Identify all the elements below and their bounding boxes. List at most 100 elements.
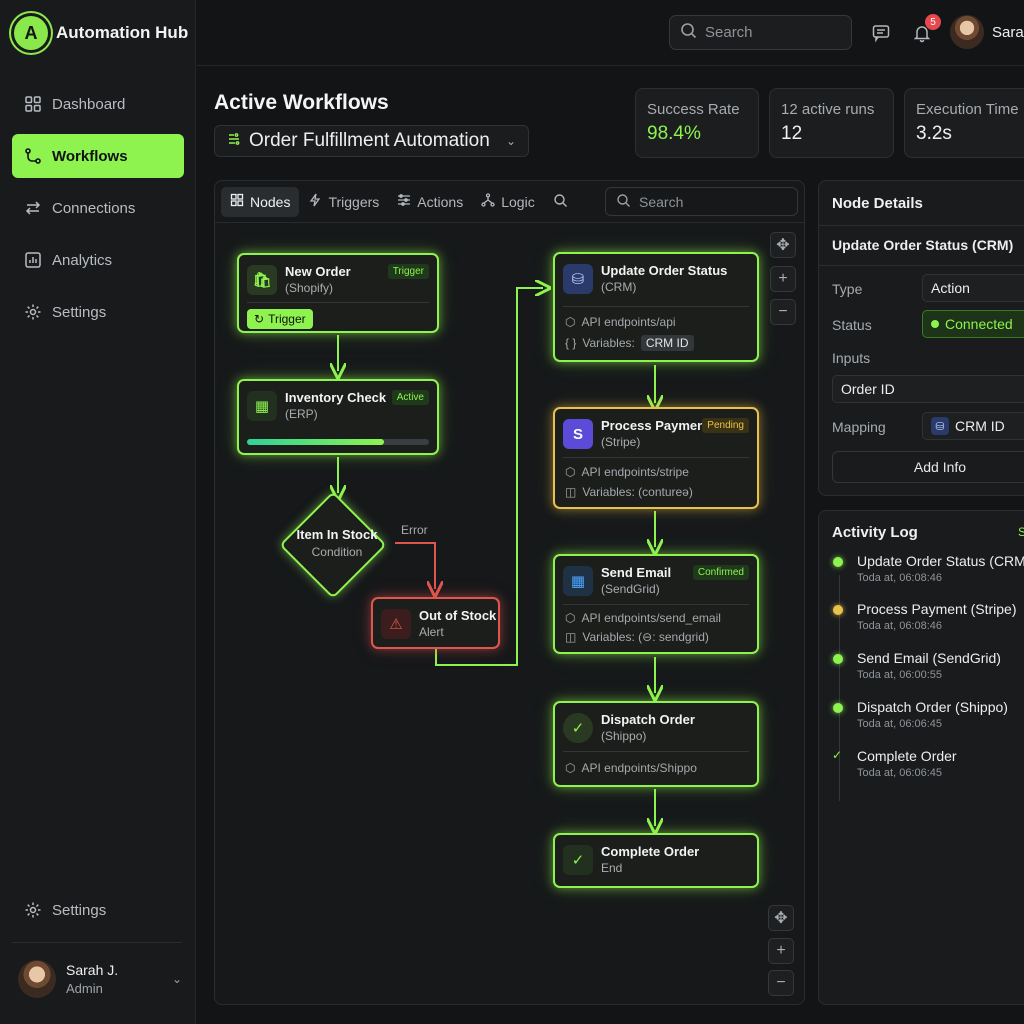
global-search-input[interactable]: Search: [669, 15, 852, 50]
node-endpoint: ⬡ API endpoints/api: [565, 315, 676, 329]
error-label: Error: [401, 523, 428, 537]
chevron-down-icon[interactable]: ⌄: [172, 972, 182, 986]
activity-title: Complete Order: [857, 748, 957, 764]
fit-view-icon[interactable]: ✥: [768, 905, 794, 931]
node-title: Item In Stock: [296, 527, 378, 542]
mapping-field[interactable]: ⛁ CRM ID: [922, 412, 1024, 440]
file-icon: ◫: [565, 630, 577, 644]
node-divider: [563, 306, 749, 307]
zoom-in-button[interactable]: +: [770, 266, 796, 292]
activity-time: Toda at, 06:06:45: [857, 767, 943, 779]
node-divider: [247, 302, 429, 303]
node-condition: Item In Stock Condition: [287, 527, 387, 559]
zoom-out-button[interactable]: −: [768, 970, 794, 996]
notification-badge: 5: [925, 14, 941, 30]
sidebar: A Automation Hub Dashboard Workflows Con…: [0, 0, 196, 1024]
sidebar-item-workflows[interactable]: Workflows: [12, 134, 184, 178]
check-icon: ✓: [563, 845, 593, 875]
node-details-panel: Node Details Update Order Status (CRM) T…: [818, 180, 1024, 496]
sendgrid-icon: ▦: [563, 566, 593, 596]
file-icon: ◫: [565, 485, 577, 499]
status-value: Connected: [945, 316, 1013, 332]
node-title: Out of Stock: [419, 608, 497, 623]
zoom-in-button[interactable]: +: [768, 938, 794, 964]
workflow-select[interactable]: Order Fulfillment Automation ⌄: [214, 125, 529, 157]
stat-value: 3.2s: [916, 123, 952, 144]
logo-gear-icon: A: [14, 16, 48, 50]
node-divider: [563, 457, 749, 458]
sidebar-divider: [12, 942, 182, 943]
node-name: Update Order Status (CRM): [832, 237, 1014, 253]
node-endpoint: ⬡ API endpoints/send_email: [565, 611, 721, 625]
activity-title: Send Email (SendGrid): [857, 650, 1001, 666]
user-profile[interactable]: Sarah J. Admin ⌄: [18, 960, 182, 998]
panel-divider: [819, 225, 1024, 226]
warning-icon: ⚠: [381, 609, 411, 639]
node-new-order[interactable]: 🛍 New Order (Shopify) Trigger ↻ Trigger: [237, 253, 439, 333]
panel-title: Node Details: [832, 195, 923, 212]
sidebar-item-bottom-settings[interactable]: Settings: [12, 888, 184, 932]
node-out-of-stock[interactable]: ⚠ Out of Stock Alert: [371, 597, 500, 649]
shopify-icon: 🛍: [247, 265, 277, 295]
node-send-email[interactable]: ▦ Send Email (SendGrid) Confirmed ⬡ API e…: [553, 554, 759, 654]
activity-log-panel: Activity Log S Update Order Status (CRM)…: [818, 510, 1024, 1005]
check-icon: ✓: [832, 748, 843, 762]
node-tag: Pending: [702, 418, 749, 433]
node-title: Dispatch Order: [601, 712, 695, 727]
stat-value: 12: [781, 123, 803, 144]
panel-title: Activity Log: [832, 524, 918, 541]
sidebar-item-settings[interactable]: Settings: [12, 290, 184, 334]
variables-text: Variables: (contureə): [582, 485, 693, 499]
workflow-canvas[interactable]: Nodes Triggers Actions Logic Search Erro…: [214, 180, 805, 1005]
node-title: Inventory Check: [285, 390, 387, 405]
node-subtitle: (CRM): [601, 280, 637, 294]
database-icon: ⛁: [931, 417, 949, 435]
node-update-order-status[interactable]: ⛁ Update Order Status (CRM) ⬡ API endpoin…: [553, 252, 759, 362]
stat-active-runs: 12 active runs 12: [769, 88, 894, 158]
activity-title: Process Payment (Stripe): [857, 601, 1017, 617]
variable-chip: CRM ID: [640, 335, 694, 351]
progress-fill: [247, 439, 384, 445]
grid-icon: [24, 95, 42, 113]
zoom-out-button[interactable]: −: [770, 299, 796, 325]
stat-execution-time: Execution Time 3.2s: [904, 88, 1024, 158]
variables-text: Variables: (⊖: sendgrid): [582, 630, 709, 644]
top-user-name[interactable]: Sarah: [992, 24, 1024, 41]
inputs-field[interactable]: Order ID: [832, 375, 1024, 403]
add-info-button[interactable]: Add Info: [832, 451, 1024, 483]
trigger-button[interactable]: ↻ Trigger: [247, 309, 313, 329]
node-dispatch-order[interactable]: ✓ Dispatch Order (Shippo) ⬡ API endpoints…: [553, 701, 759, 787]
status-dot: [833, 557, 843, 567]
workflow-icon: [227, 130, 241, 152]
sidebar-item-connections[interactable]: Connections: [12, 186, 184, 230]
node-variables: ◫ Variables: (⊖: sendgrid): [565, 630, 709, 644]
node-variables: { } Variables: CRM ID: [565, 335, 694, 351]
type-value: Action: [931, 280, 970, 296]
node-process-payment[interactable]: S Process Payment (Stripe) Pending ⬡ API …: [553, 407, 759, 509]
mapping-value: CRM ID: [955, 418, 1005, 434]
sidebar-item-dashboard[interactable]: Dashboard: [12, 82, 184, 126]
node-title: Process Payment: [601, 418, 710, 433]
stat-label: Success Rate: [647, 101, 740, 118]
node-complete-order[interactable]: ✓ Complete Order End: [553, 833, 759, 888]
top-avatar[interactable]: [950, 15, 984, 49]
message-icon[interactable]: [868, 20, 894, 46]
sidebar-item-analytics[interactable]: Analytics: [12, 238, 184, 282]
braces-icon: { }: [565, 336, 577, 350]
bell-icon[interactable]: 5: [909, 14, 941, 46]
mapping-label: Mapping: [832, 419, 886, 435]
workflow-icon: [24, 147, 42, 165]
node-inventory-check[interactable]: ▦ Inventory Check (ERP) Active: [237, 379, 439, 455]
variables-label: Variables:: [582, 336, 635, 350]
type-field[interactable]: Action: [922, 274, 1024, 302]
node-variables: ◫ Variables: (contureə): [565, 485, 693, 499]
search-placeholder: Search: [705, 24, 753, 41]
status-dot: [833, 654, 843, 664]
fit-view-icon[interactable]: ✥: [770, 232, 796, 258]
node-subtitle: (SendGrid): [601, 582, 660, 596]
gear-icon: [24, 901, 42, 919]
activity-time: Toda at, 06:08:46: [857, 572, 943, 584]
app-name: Automation Hub: [56, 23, 189, 42]
trigger-button-label: Trigger: [268, 312, 306, 326]
app-logo[interactable]: A Automation Hub: [14, 16, 188, 50]
